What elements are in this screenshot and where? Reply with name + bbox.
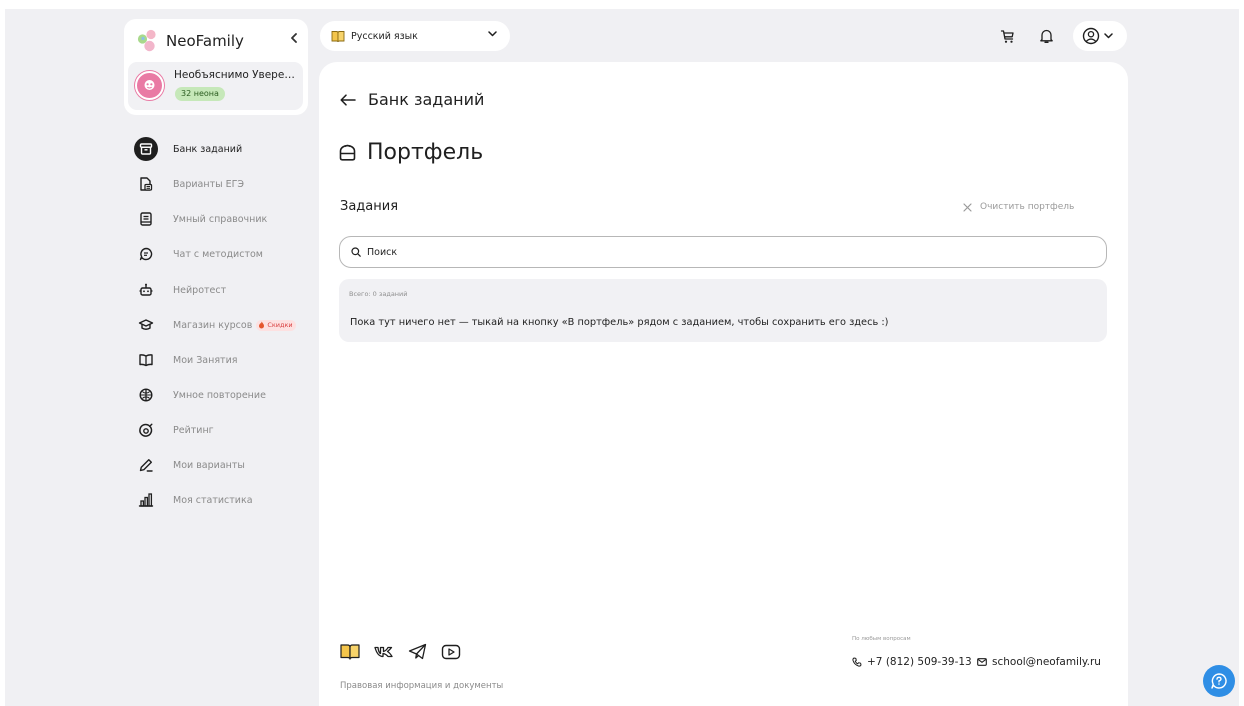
email-address: school@neofamily.ru [992,656,1101,668]
sidebar-item-course-shop[interactable]: Магазин курсов Скидки [134,313,309,337]
user-icon [1082,27,1100,45]
help-chat-icon [1211,673,1227,689]
fire-icon [259,321,265,329]
sidebar-item-my-lessons[interactable]: Мои Занятия [134,348,309,372]
arrow-left-icon [340,93,356,106]
back-link-label: Банк заданий [368,90,485,109]
search-box[interactable] [339,236,1107,268]
sale-badge: Скидки [256,319,296,331]
contact-caption: По любым вопросам [852,636,911,642]
search-icon [351,247,361,257]
book-icon [331,30,345,43]
clear-portfolio-label: Очистить портфель [980,202,1075,212]
sidebar-item-label: Варианты ЕГЭ [173,178,245,190]
chevron-down-icon [488,31,497,37]
results-box: Всего: 0 заданий Пока тут ничего нет — т… [339,279,1107,342]
user-name: Необъяснимо Уверенн... [174,69,299,81]
document-icon [134,172,158,196]
reference-book-icon [134,207,158,231]
youtube-icon[interactable] [441,644,461,660]
sidebar-item-rating[interactable]: Рейтинг [134,418,309,442]
sidebar-item-label: Мои Занятия [173,354,238,366]
phone-icon [852,657,862,667]
phone-link[interactable]: +7 (812) 509-39-13 [852,656,972,668]
robot-icon [134,278,158,302]
book-icon[interactable] [340,643,360,660]
sidebar-item-methodist-chat[interactable]: Чат с методистом [134,242,309,266]
help-button[interactable] [1203,665,1235,697]
sidebar-item-label: Умный справочник [173,213,268,225]
page-title: Портфель [338,140,483,165]
sidebar-item-label: Мои варианты [173,459,245,471]
cart-icon[interactable] [1000,29,1015,44]
subject-label: Русский язык [351,30,418,42]
neofamily-logo-icon [136,28,162,54]
bar-chart-icon [134,488,158,512]
box-icon [134,137,158,161]
phone-number: +7 (812) 509-39-13 [867,656,972,668]
sidebar-item-smart-reference[interactable]: Умный справочник [134,207,309,231]
avatar[interactable] [135,71,164,100]
target-icon [134,418,158,442]
sidebar-item-my-variants[interactable]: Мои варианты [134,453,309,477]
subject-select[interactable]: Русский язык [320,21,510,51]
bell-icon[interactable] [1039,28,1054,44]
search-input[interactable] [367,246,1067,258]
sale-badge-label: Скидки [267,320,293,329]
sidebar-item-my-statistics[interactable]: Моя статистика [134,488,309,512]
total-count: Всего: 0 заданий [349,290,408,298]
briefcase-icon [338,143,357,162]
sidebar-item-label: Магазин курсов [173,319,253,331]
email-link[interactable]: school@neofamily.ru [977,656,1101,668]
section-title: Задания [340,199,399,214]
sidebar-item-label: Моя статистика [173,494,253,506]
legal-info-link[interactable]: Правовая информация и документы [340,681,503,691]
sidebar-item-label: Чат с методистом [173,248,263,260]
sidebar-item-label: Рейтинг [173,424,214,436]
profile-menu-button[interactable] [1073,21,1127,51]
vk-icon[interactable] [374,646,394,658]
chat-icon [134,242,158,266]
open-book-icon [134,348,158,372]
chevron-down-icon [1104,33,1113,39]
sidebar-item-label: Банк заданий [173,143,243,155]
close-icon [963,202,972,212]
sidebar-item-neurotest[interactable]: Нейротест [134,278,309,302]
page-title-text: Портфель [367,140,484,165]
empty-state-message: Пока тут ничего нет — тыкай на кнопку «В… [350,317,889,328]
collapse-sidebar-button[interactable] [290,33,298,43]
mail-icon [977,658,987,666]
social-links [340,643,461,660]
back-link[interactable]: Банк заданий [340,90,484,109]
sidebar-item-label: Умное повторение [173,389,266,401]
brand-name: NeoFamily [166,32,244,50]
clear-portfolio-button[interactable]: Очистить портфель [963,202,1074,212]
neon-balance-badge: 32 неона [175,87,225,101]
sidebar-item-smart-repetition[interactable]: Умное повторение [134,383,309,407]
brain-icon [134,383,158,407]
sidebar-item-label: Нейротест [173,284,227,296]
telegram-icon[interactable] [408,643,427,660]
graduation-cap-icon [134,313,158,337]
pencil-icon [134,453,158,477]
sidebar-item-task-bank[interactable]: Банк заданий [134,137,309,161]
sidebar-item-ege-variants[interactable]: Варианты ЕГЭ [134,172,309,196]
